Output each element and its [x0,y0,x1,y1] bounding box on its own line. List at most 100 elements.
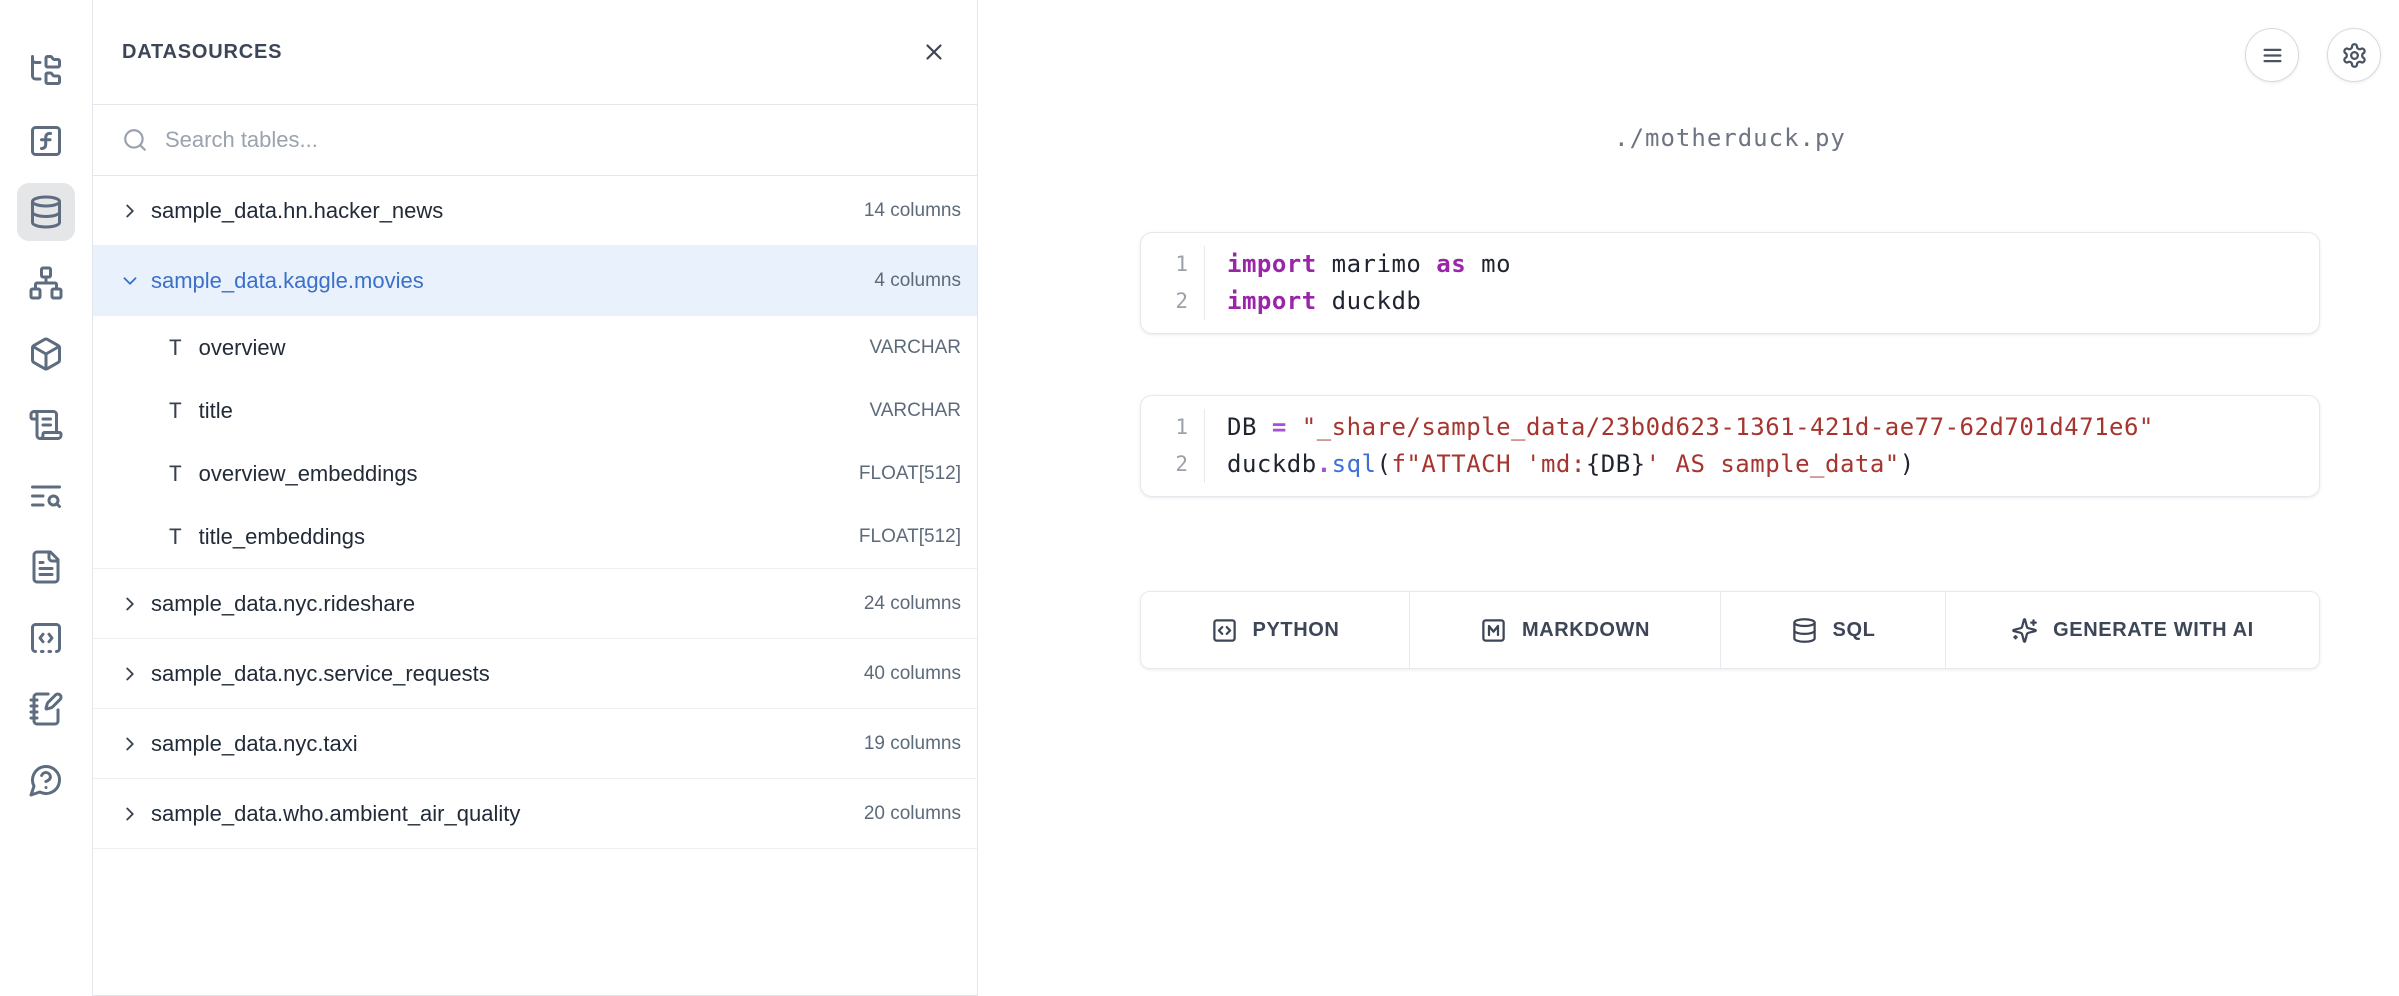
table-column-count: 40 columns [864,663,961,685]
network-icon [28,265,64,301]
settings-button[interactable] [2327,28,2381,82]
add-cell-button-label: GENERATE WITH AI [2053,619,2254,642]
add-cell-markdown-button[interactable]: MARKDOWN [1410,592,1721,668]
table-row[interactable]: sample_data.nyc.rideshare 24 columns [93,569,977,639]
text-type-icon: T [169,336,182,360]
line-number: 2 [1141,446,1188,483]
table-name: sample_data.nyc.service_requests [151,661,490,687]
column-row[interactable]: Toverview VARCHAR [93,316,977,379]
chevron-right-icon [119,200,141,222]
sidebar-item-notebook-pen[interactable] [17,680,75,738]
line-numbers-gutter: 12 [1141,246,1205,320]
add-cell-sql-button[interactable]: SQL [1721,592,1946,668]
file-text-icon [28,549,64,585]
line-numbers-gutter: 12 [1141,409,1205,483]
table-name: sample_data.hn.hacker_news [151,198,443,224]
function-icon [28,123,64,159]
search-icon [122,127,148,153]
table-name: sample_data.nyc.taxi [151,731,358,757]
line-number: 2 [1141,283,1188,320]
chevron-right-icon [119,593,141,615]
chevron-right-icon [119,733,141,755]
sidebar-item-function[interactable] [17,112,75,170]
sidebar-item-database[interactable] [17,183,75,241]
text-type-icon: T [169,399,182,423]
close-icon [921,39,947,65]
column-name: overview_embeddings [199,461,418,487]
notebook-filename: ./motherduck.py [1140,124,2320,152]
add-cell-bar: PYTHON MARKDOWN SQL GENERATE WITH AI [1140,591,2320,669]
table-row[interactable]: sample_data.hn.hacker_news 14 columns [93,176,977,246]
sidebar-item-scroll-text[interactable] [17,396,75,454]
sidebar-item-text-search[interactable] [17,467,75,525]
code-cell[interactable]: 12import marimo as moimport duckdb [1140,232,2320,334]
add-cell-button-label: SQL [1833,619,1876,642]
notebook-area: ./motherduck.py 12import marimo as moimp… [979,0,2399,996]
box-icon [28,336,64,372]
cell-code: DB = "_share/sample_data/23b0d623-1361-4… [1205,409,2154,483]
code-cell[interactable]: 12DB = "_share/sample_data/23b0d623-1361… [1140,395,2320,497]
line-number: 1 [1141,246,1188,283]
add-cell-button-label: PYTHON [1253,619,1340,642]
search-bar [93,105,977,176]
table-name: sample_data.nyc.rideshare [151,591,415,617]
chevron-right-icon [119,663,141,685]
table-column-count: 20 columns [864,803,961,825]
text-type-icon: T [169,462,182,486]
notebook-content: ./motherduck.py 12import marimo as moimp… [1140,0,2320,996]
column-type: VARCHAR [870,337,962,359]
line-number: 1 [1141,409,1188,446]
table-row[interactable]: sample_data.who.ambient_air_quality 20 co… [93,779,977,849]
tables-list: sample_data.hn.hacker_news14 columnssamp… [93,176,977,849]
table-column-count: 4 columns [874,270,961,292]
marimo-app: DATASOURCES sample_data.hn.hacker_news14… [0,0,2399,996]
settings-icon [2341,42,2368,69]
sidebar-item-network[interactable] [17,254,75,312]
sidebar-item-box[interactable] [17,325,75,383]
code-square-icon [1211,617,1238,644]
column-name: overview [199,335,286,361]
close-panel-button[interactable] [921,39,947,65]
column-type: FLOAT[512] [859,463,961,485]
table-columns-list: Toverview VARCHAR Ttitle VARCHAR Toverview_e… [93,316,977,569]
chat-question-icon [28,762,64,798]
sidebar-item-chat-question[interactable] [17,751,75,809]
sidebar-item-file-text[interactable] [17,538,75,596]
add-cell-generate-with-ai-button[interactable]: GENERATE WITH AI [1946,592,2319,668]
search-tables-input[interactable] [163,126,957,154]
add-cell-python-button[interactable]: PYTHON [1141,592,1410,668]
panel-title: DATASOURCES [122,41,282,64]
table-row[interactable]: sample_data.kaggle.movies 4 columns [93,246,977,316]
panel-header: DATASOURCES [93,0,977,105]
sidebar-item-snippets[interactable] [17,609,75,667]
table-column-count: 19 columns [864,733,961,755]
scroll-text-icon [28,407,64,443]
column-row[interactable]: Ttitle_embeddings FLOAT[512] [93,505,977,568]
column-row[interactable]: Toverview_embeddings FLOAT[512] [93,442,977,505]
column-row[interactable]: Ttitle VARCHAR [93,379,977,442]
column-name: title [199,398,233,424]
chevron-down-icon [119,270,141,292]
notebook-pen-icon [28,691,64,727]
table-column-count: 14 columns [864,200,961,222]
table-name: sample_data.kaggle.movies [151,268,424,294]
table-row[interactable]: sample_data.nyc.service_requests 40 colum… [93,639,977,709]
database-icon [1791,617,1818,644]
sparkles-icon [2011,617,2038,644]
cell-code: import marimo as moimport duckdb [1205,246,1511,320]
column-name: title_embeddings [199,524,365,550]
text-type-icon: T [169,525,182,549]
chevron-right-icon [119,803,141,825]
add-cell-button-label: MARKDOWN [1522,619,1650,642]
table-column-count: 24 columns [864,593,961,615]
sidebar-item-folder-tree[interactable] [17,41,75,99]
markdown-icon [1480,617,1507,644]
snippets-icon [28,620,64,656]
activity-sidebar [0,0,92,996]
column-type: FLOAT[512] [859,526,961,548]
column-type: VARCHAR [870,400,962,422]
table-row[interactable]: sample_data.nyc.taxi 19 columns [93,709,977,779]
datasources-panel: DATASOURCES sample_data.hn.hacker_news 14… [92,0,978,996]
table-name: sample_data.who.ambient_air_quality [151,801,520,827]
folder-tree-icon [28,52,64,88]
